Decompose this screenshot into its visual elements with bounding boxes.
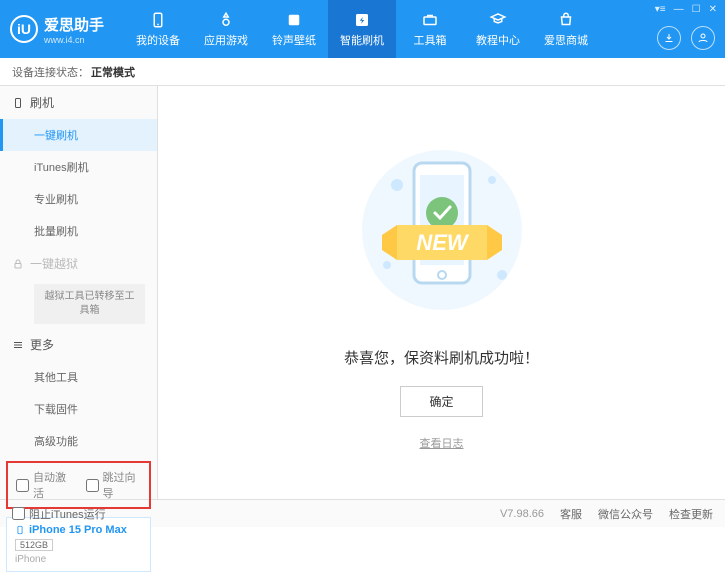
device-icon (149, 11, 167, 29)
sidebar-item-pro[interactable]: 专业刷机 (0, 183, 157, 215)
nav-label: 工具箱 (414, 32, 447, 48)
ringtone-icon (285, 11, 303, 29)
tutorial-icon (489, 11, 507, 29)
user-button[interactable] (691, 26, 715, 50)
sidebar-group-title: 更多 (30, 336, 54, 353)
sidebar-item-batch[interactable]: 批量刷机 (0, 215, 157, 247)
more-icon (12, 339, 24, 351)
menu-icon[interactable]: ▾≡ (655, 4, 666, 15)
flash-icon (353, 11, 371, 29)
footer-link-support[interactable]: 客服 (560, 506, 582, 522)
sidebar: 刷机 一键刷机 iTunes刷机 专业刷机 批量刷机 一键越狱 越狱工具已转移至… (0, 86, 158, 499)
nav-label: 铃声壁纸 (272, 32, 316, 48)
skip-guide-input[interactable] (86, 479, 99, 492)
sidebar-group-jailbreak: 一键越狱 (0, 247, 157, 280)
sidebar-group-flash[interactable]: 刷机 (0, 86, 157, 119)
sidebar-group-title: 刷机 (30, 94, 54, 111)
sidebar-item-oneclick[interactable]: 一键刷机 (0, 119, 157, 151)
options-highlight-box: 自动激活 跳过向导 (6, 461, 151, 509)
phone-icon (12, 97, 24, 109)
ok-button[interactable]: 确定 (400, 386, 482, 417)
ribbon-text: NEW (416, 230, 470, 255)
success-illustration: NEW (352, 135, 532, 325)
store-icon (557, 11, 575, 29)
toolbox-icon (421, 11, 439, 29)
view-log-link[interactable]: 查看日志 (420, 435, 464, 451)
device-info[interactable]: iPhone 15 Pro Max 512GB iPhone (6, 517, 151, 572)
device-storage: 512GB (15, 539, 53, 551)
apps-icon (217, 11, 235, 29)
status-label: 设备连接状态： (12, 64, 89, 80)
sidebar-item-download-fw[interactable]: 下载固件 (0, 393, 157, 425)
sidebar-item-advanced[interactable]: 高级功能 (0, 425, 157, 457)
download-button[interactable] (657, 26, 681, 50)
jailbreak-note: 越狱工具已转移至工具箱 (34, 284, 145, 324)
main-nav: 我的设备 应用游戏 铃声壁纸 智能刷机 工具箱 教程中心 爱思商城 (124, 0, 600, 58)
nav-label: 爱思商城 (544, 32, 588, 48)
checkbox-label: 跳过向导 (103, 469, 142, 501)
version-label: V7.98.66 (500, 508, 544, 520)
footer-link-wechat[interactable]: 微信公众号 (598, 506, 653, 522)
close-icon[interactable]: ✕ (709, 4, 717, 15)
nav-apps[interactable]: 应用游戏 (192, 0, 260, 58)
sidebar-item-other-tools[interactable]: 其他工具 (0, 361, 157, 393)
nav-my-device[interactable]: 我的设备 (124, 0, 192, 58)
nav-toolbox[interactable]: 工具箱 (396, 0, 464, 58)
footer-link-update[interactable]: 检查更新 (669, 506, 713, 522)
app-url: www.i4.cn (44, 35, 104, 45)
window-controls: ▾≡ — ☐ ✕ (655, 4, 717, 15)
sidebar-group-more[interactable]: 更多 (0, 328, 157, 361)
status-value: 正常模式 (91, 64, 135, 80)
auto-activate-checkbox[interactable]: 自动激活 (16, 469, 72, 501)
lock-icon (12, 258, 24, 270)
checkbox-label: 自动激活 (33, 469, 72, 501)
nav-label: 教程中心 (476, 32, 520, 48)
nav-store[interactable]: 爱思商城 (532, 0, 600, 58)
checkbox-label: 阻止iTunes运行 (29, 506, 106, 522)
nav-tutorial[interactable]: 教程中心 (464, 0, 532, 58)
sidebar-item-itunes[interactable]: iTunes刷机 (0, 151, 157, 183)
success-message: 恭喜您，保资料刷机成功啦！ (344, 347, 539, 368)
sidebar-group-title: 一键越狱 (30, 255, 78, 272)
logo-area: iU 爱思助手 www.i4.cn (10, 14, 104, 45)
nav-label: 我的设备 (136, 32, 180, 48)
device-name: iPhone 15 Pro Max (15, 524, 142, 536)
nav-label: 智能刷机 (340, 32, 384, 48)
skip-guide-checkbox[interactable]: 跳过向导 (86, 469, 142, 501)
device-type: iPhone (15, 554, 142, 565)
auto-activate-input[interactable] (16, 479, 29, 492)
app-name: 爱思助手 (44, 14, 104, 35)
minimize-icon[interactable]: — (674, 4, 684, 15)
status-bar: 设备连接状态： 正常模式 (0, 58, 725, 86)
logo-icon: iU (10, 15, 38, 43)
main-content: NEW 恭喜您，保资料刷机成功啦！ 确定 查看日志 (158, 86, 725, 499)
block-itunes-input[interactable] (12, 507, 25, 520)
nav-ringtone[interactable]: 铃声壁纸 (260, 0, 328, 58)
app-header: iU 爱思助手 www.i4.cn 我的设备 应用游戏 铃声壁纸 智能刷机 工具… (0, 0, 725, 58)
nav-label: 应用游戏 (204, 32, 248, 48)
maximize-icon[interactable]: ☐ (692, 4, 701, 15)
nav-flash[interactable]: 智能刷机 (328, 0, 396, 58)
block-itunes-checkbox[interactable]: 阻止iTunes运行 (12, 506, 106, 522)
